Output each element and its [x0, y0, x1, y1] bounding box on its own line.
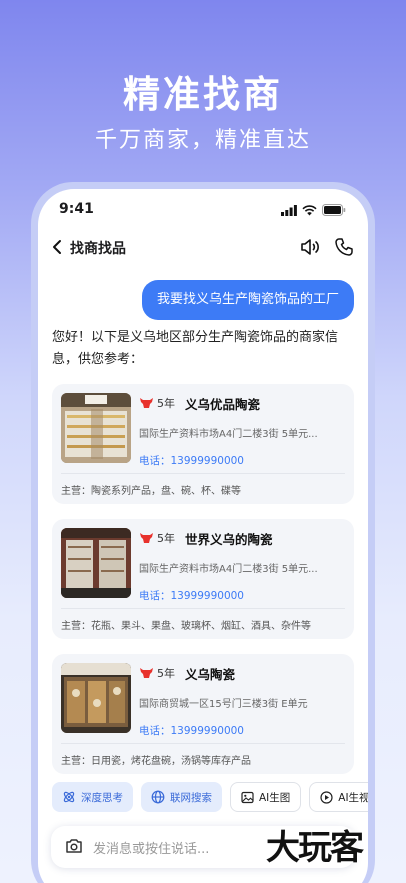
feature-chips: 深度思考 联网搜索 AI生图 AI生视频 — [52, 782, 368, 812]
divider — [61, 743, 345, 744]
merchant-photo — [61, 528, 131, 598]
merchant-card[interactable]: 5年 义乌优品陶瓷 国际生产资料市场A4门二楼3街 5单元... 电话：1399… — [52, 384, 354, 504]
merchant-years: 5年 — [157, 532, 175, 545]
camera-icon[interactable] — [65, 838, 83, 854]
chip-deep-think[interactable]: 深度思考 — [52, 782, 133, 812]
merchant-card[interactable]: 5年 义乌陶瓷 国际商贸城一区15号门三楼3街 E单元 电话：139999900… — [52, 654, 354, 774]
ai-reply-text: 您好！以下是义乌地区部分生产陶瓷饰品的商家信息，供您参考： — [52, 330, 339, 367]
back-icon[interactable] — [52, 239, 62, 255]
merchant-name: 世界义乌的陶瓷 — [185, 531, 273, 547]
status-bar: 9:41 — [38, 201, 368, 221]
chip-ai-video[interactable]: AI生视频 — [309, 782, 368, 812]
merchant-address: 国际生产资料市场A4门二楼3街 5单元... — [139, 429, 318, 440]
wifi-icon — [302, 204, 317, 215]
merchant-main-products: 主营：花瓶、果斗、果盘、玻璃杯、烟缸、酒具、杂件等 — [61, 621, 311, 632]
merchant-card[interactable]: 5年 世界义乌的陶瓷 国际生产资料市场A4门二楼3街 5单元... 电话：139… — [52, 519, 354, 639]
merchant-name: 义乌陶瓷 — [185, 666, 236, 682]
merchant-photo — [61, 393, 131, 463]
divider — [61, 473, 345, 474]
phone-screen: 9:41 找商找品 我要找义乌生产陶瓷饰品的工厂 您好！以下是义乌地区部分生产陶… — [38, 189, 368, 883]
status-time: 9:41 — [59, 201, 94, 217]
status-icons — [281, 204, 346, 216]
merchant-name: 义乌优品陶瓷 — [185, 396, 261, 412]
chip-label: 深度思考 — [81, 791, 123, 804]
merchant-phone[interactable]: 电话：13999990000 — [139, 453, 346, 468]
chip-label: 联网搜索 — [170, 791, 212, 804]
chip-web-search[interactable]: 联网搜索 — [141, 782, 222, 812]
merchant-address: 国际商贸城一区15号门三楼3街 E单元 — [139, 699, 308, 710]
bull-badge-icon — [140, 533, 153, 543]
image-icon — [241, 791, 254, 803]
user-message-bubble: 我要找义乌生产陶瓷饰品的工厂 — [141, 280, 354, 320]
merchant-years: 5年 — [157, 397, 175, 410]
video-icon — [320, 790, 333, 804]
merchant-main-products: 主营：日用瓷，烤花盘碗，汤锅等库存产品 — [61, 756, 251, 767]
chip-label: AI生视频 — [338, 791, 368, 804]
merchant-phone[interactable]: 电话：13999990000 — [139, 588, 346, 603]
merchant-years: 5年 — [157, 667, 175, 680]
speaker-icon[interactable] — [300, 237, 320, 257]
bull-badge-icon — [140, 398, 153, 408]
merchant-phone[interactable]: 电话：13999990000 — [139, 723, 346, 738]
merchant-address: 国际生产资料市场A4门二楼3街 5单元... — [139, 564, 318, 575]
hero-subtitle: 千万商家，精准直达 — [94, 128, 311, 153]
merchant-photo — [61, 663, 131, 733]
divider — [61, 608, 345, 609]
phone-icon[interactable] — [334, 237, 354, 257]
battery-icon — [322, 204, 346, 216]
watermark: 大玩客 — [266, 828, 364, 868]
nav-bar: 找商找品 — [38, 235, 368, 261]
signal-icon — [281, 204, 297, 216]
page-title: 找商找品 — [70, 241, 126, 257]
hero-title: 精准找商 — [123, 73, 283, 116]
merchant-main-products: 主营：陶瓷系列产品，盘、碗、杯、碟等 — [61, 486, 241, 497]
bull-badge-icon — [140, 668, 153, 678]
globe-icon — [151, 790, 165, 804]
chip-ai-image[interactable]: AI生图 — [230, 782, 302, 812]
chip-label: AI生图 — [259, 791, 291, 804]
atom-icon — [63, 791, 75, 803]
message-input[interactable]: 发消息或按住说话... — [93, 838, 209, 857]
